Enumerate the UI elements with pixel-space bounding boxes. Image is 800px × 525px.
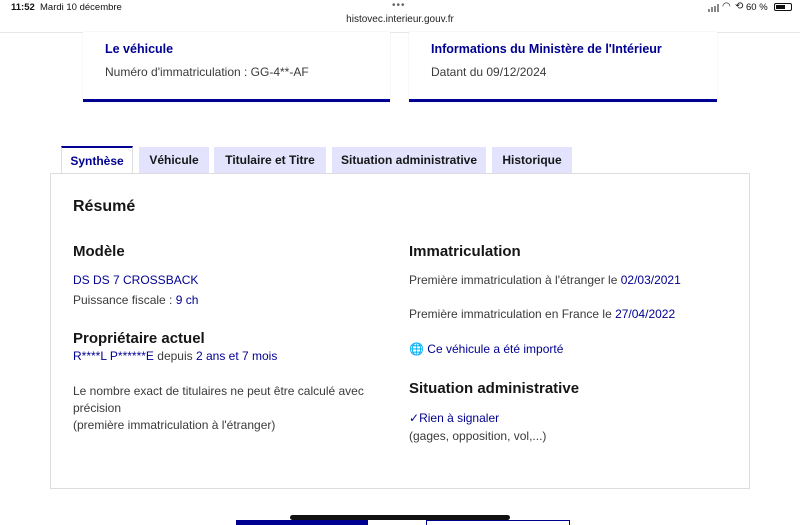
owner-note-line1: Le nombre exact de titulaires ne peut êt…: [73, 384, 364, 398]
fiscal-power-value: 9 ch: [175, 293, 199, 307]
france-registration: Première immatriculation en France le 27…: [409, 306, 675, 323]
tab-synthese[interactable]: Synthèse: [61, 146, 133, 174]
bottom-secondary-button[interactable]: [426, 520, 570, 525]
admin-situation-heading: Situation administrative: [409, 380, 580, 397]
admin-status-row[interactable]: ✓Rien à signaler: [409, 410, 499, 427]
tab-titulaire-et-titre[interactable]: Titulaire et Titre: [214, 147, 326, 173]
ministry-card: Informations du Ministère de l'Intérieur…: [409, 32, 717, 102]
admin-status-link[interactable]: Rien à signaler: [419, 411, 499, 425]
tab-historique[interactable]: Historique: [492, 147, 572, 173]
wifi-icon: ◠: [722, 1, 731, 12]
home-indicator[interactable]: [290, 515, 510, 520]
admin-status-note: (gages, opposition, vol,...): [409, 429, 547, 443]
vehicle-card: Le véhicule Numéro d'immatriculation : G…: [83, 32, 390, 102]
browser-menu-dots[interactable]: •••: [392, 0, 406, 11]
browser-status-bar: 11:52 Mardi 10 décembre ••• histovec.int…: [0, 0, 800, 33]
owner-note-line2: précision: [73, 401, 122, 415]
owner-note-line3: (première immatriculation à l'étranger): [73, 418, 276, 432]
bottom-primary-button[interactable]: [236, 520, 368, 525]
owner-count-note: Le nombre exact de titulaires ne peut êt…: [73, 383, 393, 434]
model-heading: Modèle: [73, 243, 125, 260]
summary-title: Résumé: [73, 198, 136, 215]
battery-icon: [774, 3, 792, 11]
url-bar[interactable]: histovec.interieur.gouv.fr: [0, 14, 800, 25]
owner-since-label: depuis: [153, 349, 196, 363]
current-owner-heading: Propriétaire actuel: [73, 330, 205, 347]
foreign-registration-date: 02/03/2021: [620, 273, 681, 287]
registration-number: Numéro d'immatriculation : GG-4**-AF: [105, 65, 309, 79]
model-name: DS DS 7 CROSSBACK: [73, 273, 199, 287]
france-registration-date: 27/04/2022: [615, 307, 676, 321]
status-time: 11:52: [11, 2, 35, 13]
registration-heading: Immatriculation: [409, 243, 521, 260]
imported-link[interactable]: Ce véhicule a été importé: [427, 342, 563, 356]
tab-situation-administrative[interactable]: Situation administrative: [332, 147, 486, 173]
status-date: Mardi 10 décembre: [40, 2, 122, 13]
signal-icon: [708, 4, 720, 12]
synthese-panel: Résumé Modèle DS DS 7 CROSSBACK Puissanc…: [50, 173, 750, 489]
card-accent-bar: [83, 99, 390, 102]
fiscal-power: Puissance fiscale : 9 ch: [73, 292, 198, 309]
check-icon: ✓: [409, 411, 420, 425]
vehicle-card-title: Le véhicule: [105, 42, 174, 56]
globe-icon: 🌐: [409, 342, 424, 356]
ministry-card-title: Informations du Ministère de l'Intérieur: [431, 42, 662, 56]
fiscal-power-label: Puissance fiscale :: [73, 293, 176, 307]
owner-line: R****L P******E depuis 2 ans et 7 mois: [73, 348, 277, 365]
owner-name: R****L P******E: [73, 349, 154, 363]
imported-row[interactable]: 🌐 Ce véhicule a été importé: [409, 341, 563, 358]
foreign-registration-label: Première immatriculation à l'étranger le: [409, 273, 621, 287]
tab-vehicule[interactable]: Véhicule: [139, 147, 209, 173]
orientation-lock-icon: ⟲: [735, 1, 744, 12]
france-registration-label: Première immatriculation en France le: [409, 307, 616, 321]
ministry-date: Datant du 09/12/2024: [431, 65, 547, 79]
foreign-registration: Première immatriculation à l'étranger le…: [409, 272, 681, 289]
battery-percentage: 60 %: [746, 2, 768, 13]
owner-since-value: 2 ans et 7 mois: [195, 349, 278, 363]
card-accent-bar: [409, 99, 717, 102]
